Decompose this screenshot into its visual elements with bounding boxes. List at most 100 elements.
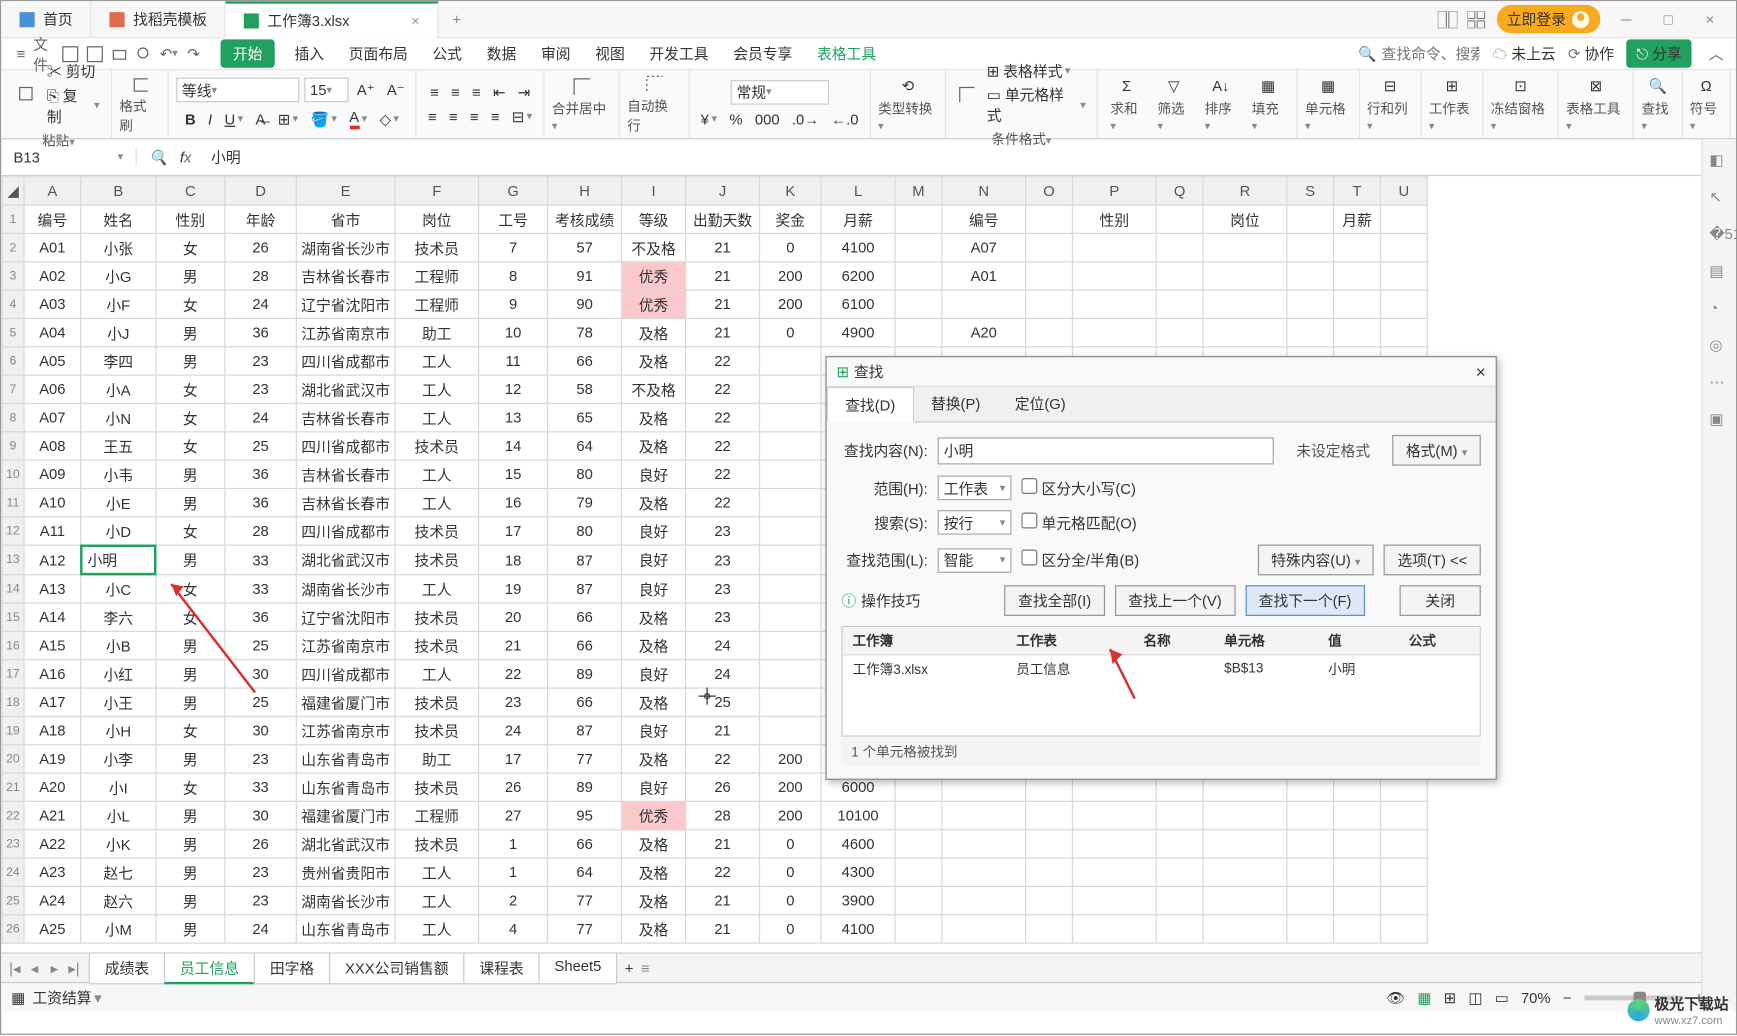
cells-button[interactable]: ▦ bbox=[1317, 76, 1338, 96]
cell[interactable] bbox=[760, 403, 822, 431]
format-painter[interactable] bbox=[127, 73, 152, 93]
cell[interactable]: 77 bbox=[548, 745, 622, 773]
cell[interactable] bbox=[760, 716, 822, 744]
cell[interactable]: 26 bbox=[479, 773, 548, 801]
cell[interactable] bbox=[1026, 262, 1073, 290]
cell[interactable]: 四川省成都市 bbox=[296, 517, 395, 545]
cell[interactable]: 小韦 bbox=[81, 460, 156, 488]
cell[interactable]: 山东省青岛市 bbox=[296, 915, 395, 943]
row-header[interactable]: 20 bbox=[2, 745, 24, 773]
cell[interactable]: 男 bbox=[156, 460, 225, 488]
close-icon[interactable]: × bbox=[411, 12, 420, 29]
filter-button[interactable]: ▽ bbox=[1164, 76, 1183, 96]
font-color[interactable]: A▾ bbox=[346, 107, 371, 130]
cell[interactable] bbox=[1380, 886, 1427, 914]
cell[interactable]: 技术员 bbox=[395, 603, 479, 631]
cell[interactable] bbox=[895, 801, 942, 829]
clear-fmt[interactable]: ◇▾ bbox=[376, 109, 403, 129]
menutab-data[interactable]: 数据 bbox=[482, 39, 521, 67]
sheet-tab[interactable]: 成绩表 bbox=[89, 952, 165, 984]
cell[interactable]: 200 bbox=[760, 773, 822, 801]
view-page-icon[interactable]: ⊞ bbox=[1444, 989, 1456, 1006]
cell[interactable]: 四川省成都市 bbox=[296, 347, 395, 375]
cell[interactable] bbox=[1026, 915, 1073, 943]
align-l[interactable]: ≡ bbox=[424, 107, 440, 127]
cell[interactable] bbox=[1203, 830, 1287, 858]
dec-inc[interactable]: .0→ bbox=[788, 109, 823, 129]
menutab-tabletools[interactable]: 表格工具 bbox=[812, 39, 881, 67]
cell[interactable]: 男 bbox=[156, 830, 225, 858]
dlg-tab-goto[interactable]: 定位(G) bbox=[998, 387, 1083, 421]
sheet-tab[interactable]: 员工信息 bbox=[164, 952, 255, 984]
cell[interactable]: 0 bbox=[760, 858, 822, 886]
cell[interactable]: 22 bbox=[686, 460, 760, 488]
row-header[interactable]: 14 bbox=[2, 575, 24, 603]
cell[interactable]: 技术员 bbox=[395, 830, 479, 858]
tbl-style[interactable]: ⊞ 表格样式▾ bbox=[983, 59, 1089, 82]
cell[interactable]: 24 bbox=[686, 660, 760, 688]
cell[interactable]: A07 bbox=[24, 403, 81, 431]
cell[interactable]: 27 bbox=[479, 801, 548, 829]
cell[interactable]: 25 bbox=[686, 688, 760, 716]
paste-button[interactable] bbox=[14, 83, 39, 103]
cell[interactable]: 79 bbox=[548, 488, 622, 516]
cell[interactable]: 95 bbox=[548, 801, 622, 829]
cell[interactable]: 0 bbox=[760, 830, 822, 858]
cell[interactable]: 21 bbox=[686, 716, 760, 744]
cell[interactable] bbox=[760, 603, 822, 631]
cell[interactable]: 山东省青岛市 bbox=[296, 773, 395, 801]
cell[interactable] bbox=[895, 830, 942, 858]
cell[interactable] bbox=[760, 631, 822, 659]
cell[interactable]: 0 bbox=[760, 915, 822, 943]
cell[interactable]: 30 bbox=[225, 801, 296, 829]
cell[interactable] bbox=[942, 915, 1026, 943]
col-header[interactable]: Q bbox=[1156, 177, 1203, 205]
menutab-member[interactable]: 会员专享 bbox=[728, 39, 797, 67]
wrap-button[interactable] bbox=[642, 73, 667, 93]
cell[interactable]: 12 bbox=[479, 375, 548, 403]
cell[interactable]: 贵州省贵阳市 bbox=[296, 858, 395, 886]
col-header[interactable]: T bbox=[1334, 177, 1381, 205]
cell[interactable]: 男 bbox=[156, 545, 225, 575]
cell[interactable]: 技术员 bbox=[395, 432, 479, 460]
menutab-formula[interactable]: 公式 bbox=[428, 39, 467, 67]
cell[interactable]: 小B bbox=[81, 631, 156, 659]
cell[interactable] bbox=[1156, 262, 1203, 290]
cell[interactable]: 江苏省南京市 bbox=[296, 318, 395, 346]
side-layers-icon[interactable]: ▤ bbox=[1709, 262, 1729, 282]
cell[interactable]: 22 bbox=[686, 403, 760, 431]
cell[interactable]: A24 bbox=[24, 886, 81, 914]
cell[interactable] bbox=[1203, 886, 1287, 914]
cell[interactable]: 64 bbox=[548, 858, 622, 886]
add-sheet[interactable]: + bbox=[625, 959, 634, 976]
cell[interactable]: A21 bbox=[24, 801, 81, 829]
cell[interactable]: 200 bbox=[760, 290, 822, 318]
cell[interactable]: 200 bbox=[760, 262, 822, 290]
indent-inc[interactable]: ⇥ bbox=[514, 82, 534, 102]
cell[interactable]: 4300 bbox=[821, 858, 895, 886]
comma[interactable]: 000 bbox=[751, 109, 783, 129]
cell[interactable]: A14 bbox=[24, 603, 81, 631]
cell[interactable]: 及格 bbox=[622, 745, 686, 773]
cell[interactable]: 89 bbox=[548, 773, 622, 801]
cell[interactable]: 赵七 bbox=[81, 858, 156, 886]
cell[interactable]: 66 bbox=[548, 688, 622, 716]
cell[interactable]: 技术员 bbox=[395, 773, 479, 801]
cell[interactable]: 小N bbox=[81, 403, 156, 431]
cell[interactable]: 26 bbox=[686, 773, 760, 801]
cell[interactable] bbox=[1203, 262, 1287, 290]
col-header[interactable]: A bbox=[24, 177, 81, 205]
row-header[interactable]: 16 bbox=[2, 631, 24, 659]
row-header[interactable]: 12 bbox=[2, 517, 24, 545]
rowcol-button[interactable]: ⊟ bbox=[1380, 76, 1400, 96]
cell[interactable]: 及格 bbox=[622, 488, 686, 516]
col-header[interactable]: K bbox=[760, 177, 822, 205]
cell[interactable]: 工人 bbox=[395, 886, 479, 914]
cell[interactable] bbox=[1156, 830, 1203, 858]
row-header[interactable]: 6 bbox=[2, 347, 24, 375]
cell[interactable]: 男 bbox=[156, 858, 225, 886]
cell[interactable]: 20 bbox=[479, 603, 548, 631]
cell[interactable]: 6200 bbox=[821, 262, 895, 290]
cell[interactable]: 小明 bbox=[81, 546, 155, 574]
cell[interactable]: 四川省成都市 bbox=[296, 432, 395, 460]
